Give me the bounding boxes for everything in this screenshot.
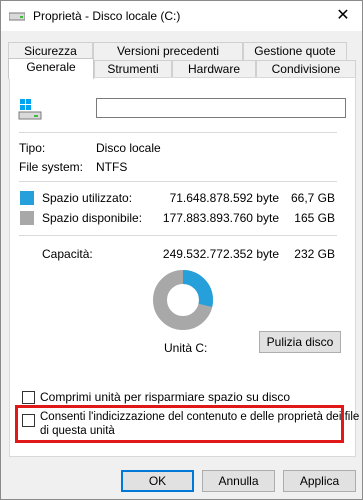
- filesystem-value: NTFS: [96, 160, 128, 174]
- tab-gestione-quote[interactable]: Gestione quote: [243, 42, 347, 60]
- close-icon[interactable]: ✕: [332, 5, 354, 27]
- compress-checkbox[interactable]: [22, 391, 35, 404]
- window-title: Proprietà - Disco locale (C:): [33, 9, 181, 23]
- drive-name-input[interactable]: [96, 98, 346, 118]
- drive-letter-label: Unità C:: [164, 341, 208, 355]
- ok-button[interactable]: OK: [121, 470, 194, 492]
- disk-usage-donut: [153, 270, 213, 330]
- compress-label: Comprimi unità per risparmiare spazio su…: [40, 390, 291, 404]
- highlight-box: [15, 405, 344, 443]
- free-space-swatch: [20, 211, 34, 225]
- separator-2: [19, 181, 337, 182]
- capacity-label: Capacità:: [42, 247, 93, 261]
- separator-3: [19, 235, 337, 236]
- tab-versioni-precedenti[interactable]: Versioni precedenti: [93, 42, 243, 60]
- type-label: Tipo:: [19, 141, 46, 155]
- drive-icon: [18, 99, 42, 120]
- used-space-label: Spazio utilizzato:: [42, 191, 133, 205]
- apply-button[interactable]: Applica: [283, 470, 356, 492]
- drive-title-icon: [9, 12, 25, 21]
- type-value: Disco locale: [96, 141, 161, 155]
- capacity-gb: 232 GB: [294, 247, 335, 261]
- cancel-button[interactable]: Annulla: [202, 470, 275, 492]
- tab-condivisione[interactable]: Condivisione: [256, 60, 356, 78]
- filesystem-label: File system:: [19, 160, 84, 174]
- properties-window: Proprietà - Disco locale (C:) ✕ Sicurezz…: [0, 0, 363, 500]
- tab-strumenti[interactable]: Strumenti: [94, 60, 172, 78]
- tab-hardware[interactable]: Hardware: [172, 60, 256, 78]
- free-space-gb: 165 GB: [294, 211, 335, 225]
- disk-cleanup-button[interactable]: Pulizia disco: [259, 331, 341, 353]
- used-space-bytes: 71.648.878.592 byte: [169, 191, 279, 205]
- separator-1: [19, 132, 337, 133]
- used-space-swatch: [20, 191, 34, 205]
- used-space-gb: 66,7 GB: [290, 191, 335, 205]
- capacity-bytes: 249.532.772.352 byte: [162, 247, 279, 261]
- free-space-bytes: 177.883.893.760 byte: [162, 211, 279, 225]
- free-space-label: Spazio disponibile:: [42, 211, 143, 225]
- tab-generale[interactable]: Generale: [8, 58, 94, 79]
- title-bar[interactable]: Proprietà - Disco locale (C:) ✕: [1, 1, 362, 31]
